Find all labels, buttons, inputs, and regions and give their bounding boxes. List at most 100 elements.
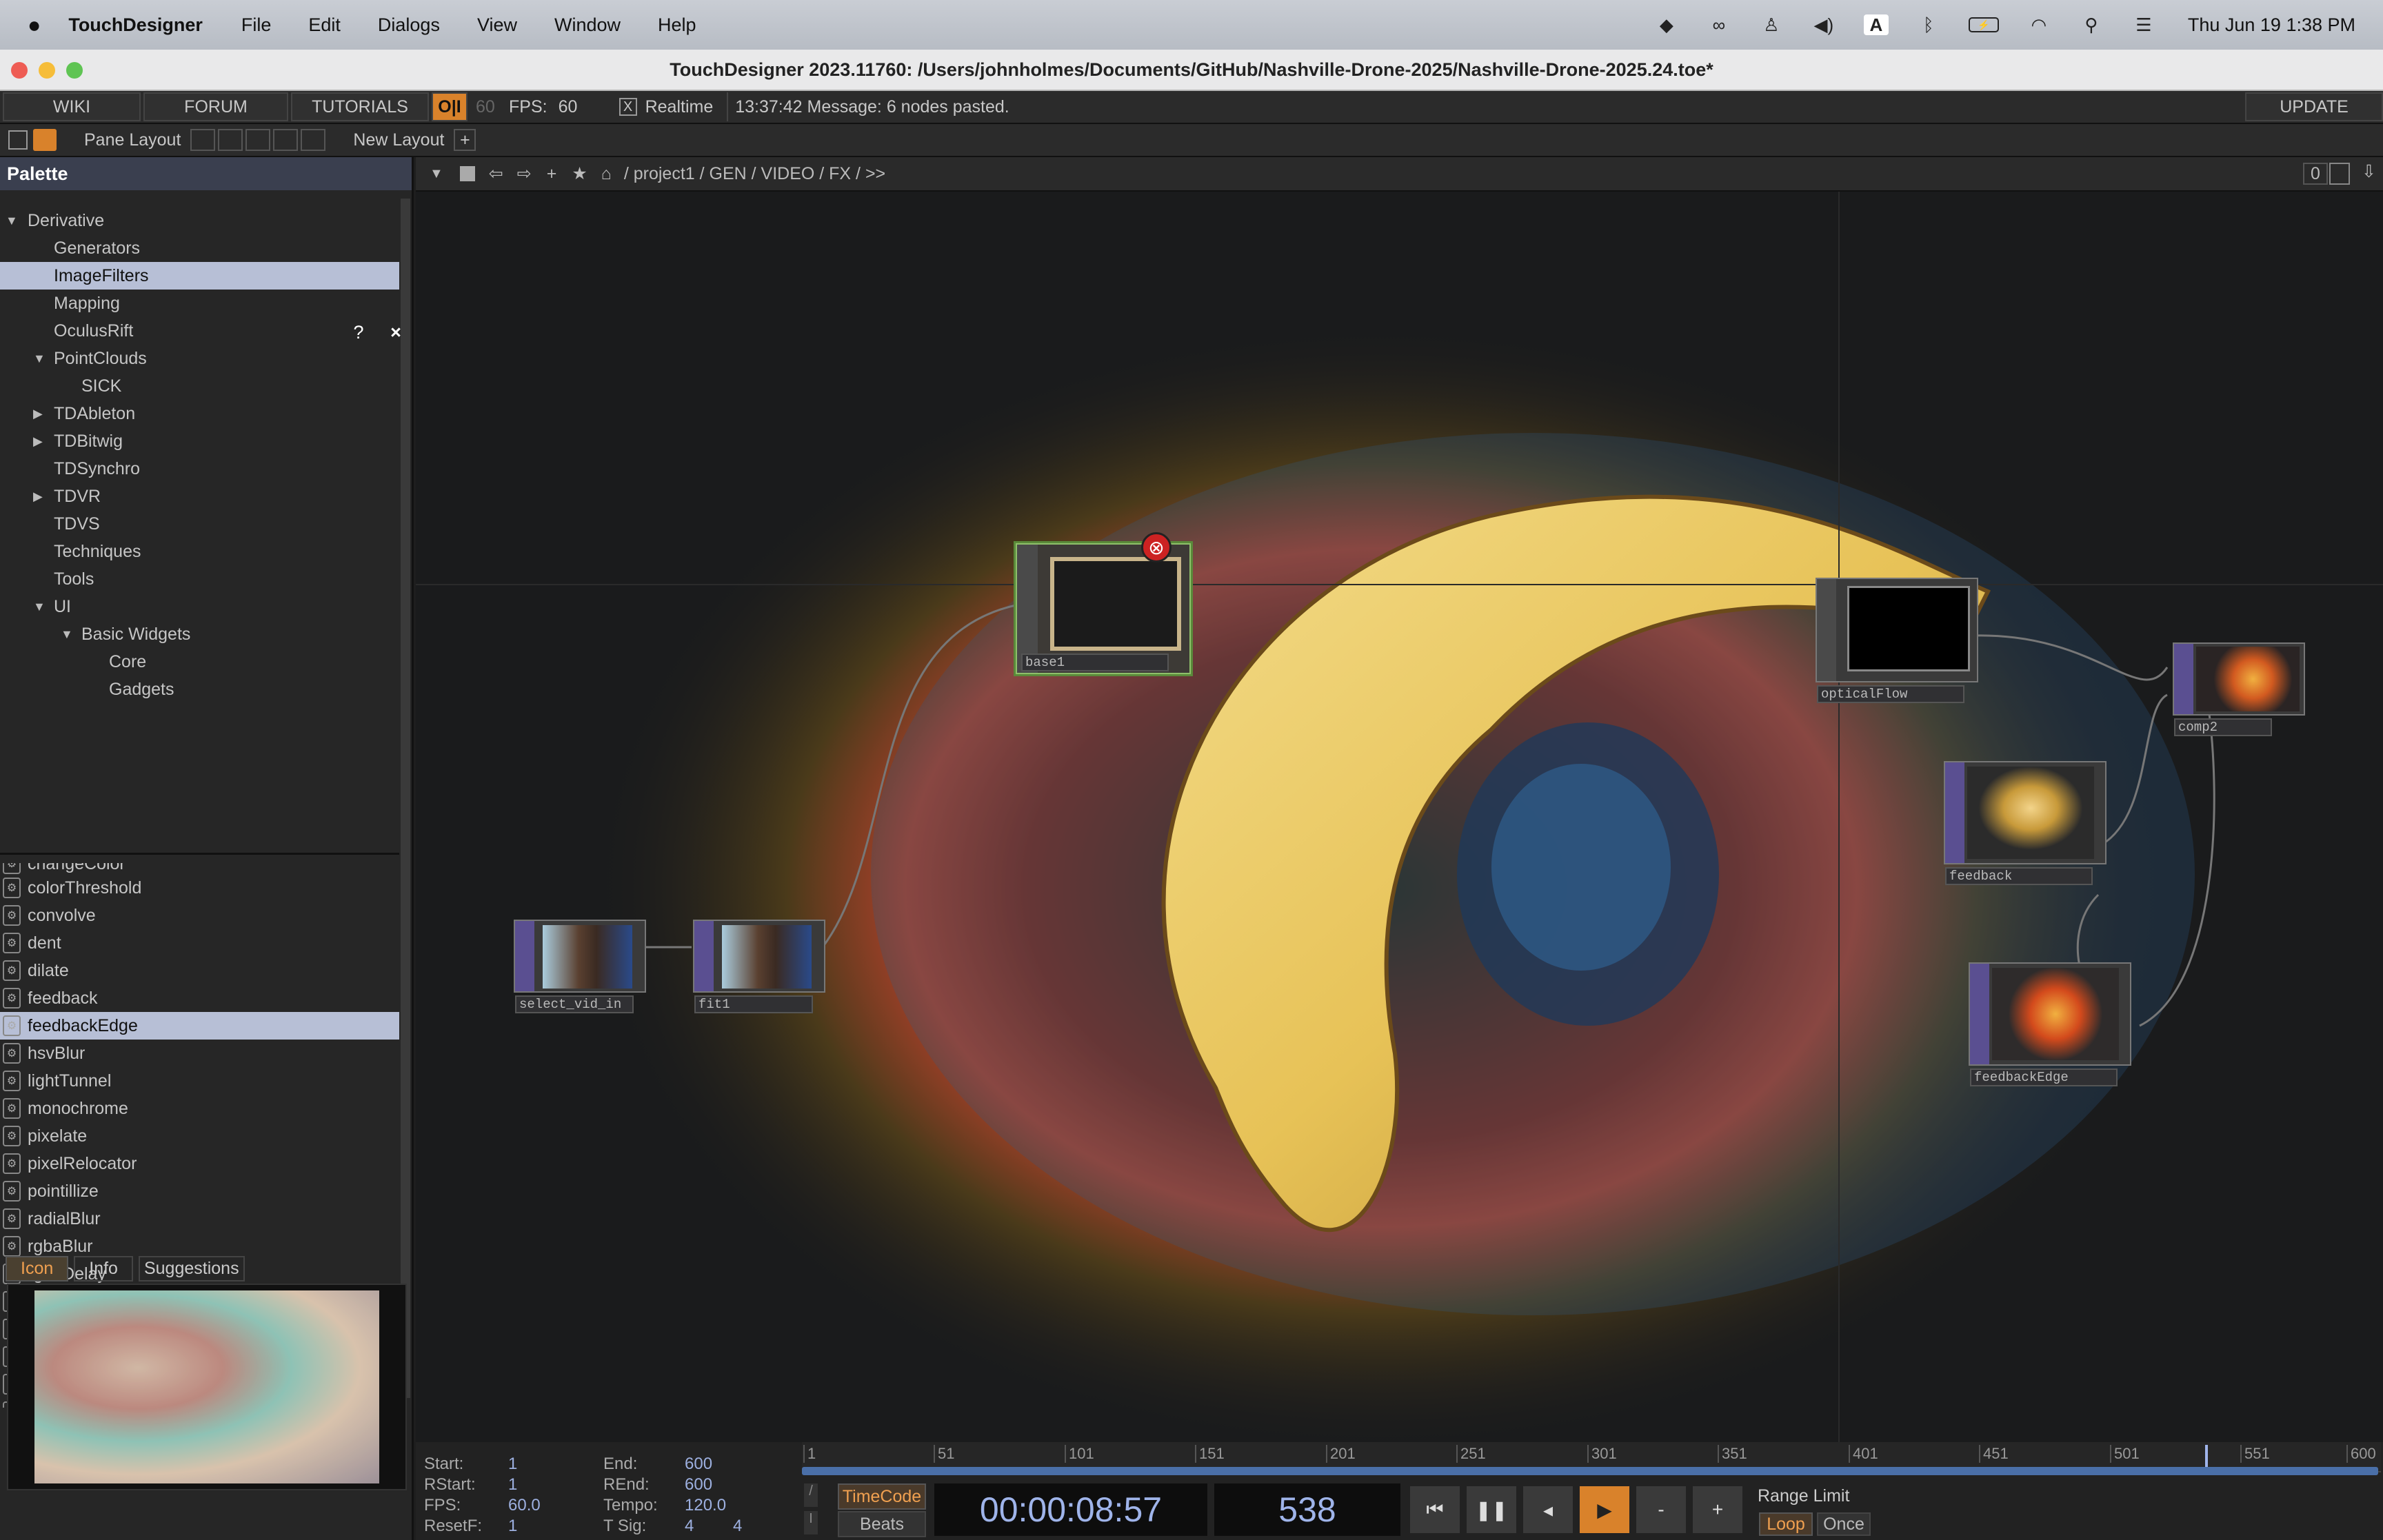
palette-folder-tdableton[interactable]: ▶ TDAbleton	[0, 400, 399, 427]
palette-component-pixelate[interactable]: ⚙ pixelate	[0, 1122, 399, 1150]
rstart-value[interactable]: 1	[508, 1475, 517, 1495]
disclosure-open-icon[interactable]: ▼	[33, 352, 46, 366]
palette-component-hsvblur[interactable]: ⚙ hsvBlur	[0, 1040, 399, 1067]
pane-toggle-icon[interactable]	[8, 130, 28, 150]
fps-value[interactable]: 60.0	[508, 1496, 541, 1515]
timeline-range-slider[interactable]	[802, 1467, 2378, 1475]
palette-folder-generators[interactable]: Generators	[0, 234, 399, 262]
palette-folder-derivative[interactable]: ▼ Derivative	[0, 207, 399, 234]
app-menu[interactable]: TouchDesigner	[68, 14, 203, 36]
node-label-feedback[interactable]: feedback	[1945, 867, 2093, 885]
layout-quad-icon[interactable]	[273, 129, 299, 151]
node-feedback[interactable]: feedback	[1944, 761, 2107, 885]
node-fit1[interactable]: fit1	[693, 920, 825, 1013]
tempo-value[interactable]: 120.0	[685, 1496, 726, 1515]
palette-folder-tools[interactable]: Tools	[0, 565, 399, 593]
spotlight-search-icon[interactable]: ⚲	[2079, 14, 2104, 35]
node-select-vid-in[interactable]: select_vid_in	[514, 920, 646, 1013]
wiki-button[interactable]: WIKI	[3, 92, 141, 121]
node-label-opticalflow[interactable]: opticalFlow	[1817, 685, 1964, 703]
timecode-display[interactable]: 00:00:08:57	[934, 1483, 1207, 1536]
tab-info[interactable]: Info	[74, 1256, 133, 1281]
tutorials-button[interactable]: TUTORIALS	[291, 92, 429, 121]
disclosure-closed-icon[interactable]: ▶	[33, 407, 43, 421]
palette-folder-tdvr[interactable]: ▶ TDVR	[0, 483, 399, 510]
palette-folder-pointclouds[interactable]: ▼ PointClouds	[0, 345, 399, 372]
layout-triple-icon[interactable]	[301, 129, 326, 151]
tc-toggle-a[interactable]: /	[804, 1483, 818, 1507]
disclosure-closed-icon[interactable]: ▶	[33, 434, 43, 449]
palette-component-radialblur[interactable]: ⚙ radialBlur	[0, 1205, 399, 1233]
menu-file[interactable]: File	[241, 14, 272, 36]
step-plus-button[interactable]: +	[1691, 1485, 1744, 1534]
volume-icon[interactable]: ◀)	[1811, 14, 1836, 35]
node-flags[interactable]	[515, 921, 534, 991]
forum-button[interactable]: FORUM	[143, 92, 288, 121]
node-flags[interactable]	[1817, 579, 1836, 681]
layout-split-horizontal-icon[interactable]	[245, 129, 271, 151]
node-comp2[interactable]: comp2	[2173, 642, 2305, 736]
node-base1[interactable]: ⊗ base1	[1016, 532, 1191, 674]
node-label-comp2[interactable]: comp2	[2174, 718, 2272, 736]
layout-split-vertical-icon[interactable]	[218, 129, 243, 151]
node-flags[interactable]	[694, 921, 714, 991]
node-label-select-vid-in[interactable]: select_vid_in	[515, 995, 634, 1013]
tsig-denominator[interactable]: 4	[733, 1517, 742, 1536]
zoom-window-icon[interactable]	[66, 62, 83, 79]
node-flags[interactable]	[1970, 964, 1989, 1064]
play-button[interactable]: ▶	[1578, 1485, 1631, 1534]
palette-component-pixelrelocator[interactable]: ⚙ pixelRelocator	[0, 1150, 399, 1177]
menu-dialogs[interactable]: Dialogs	[378, 14, 440, 36]
pause-button[interactable]: ❚❚	[1465, 1485, 1518, 1534]
disclosure-closed-icon[interactable]: ▶	[33, 489, 43, 504]
node-flags[interactable]	[1945, 762, 1964, 863]
palette-component-colorthreshold[interactable]: ⚙ colorThreshold	[0, 874, 399, 902]
update-button[interactable]: UPDATE	[2245, 92, 2383, 121]
node-opticalflow[interactable]: opticalFlow	[1816, 578, 1978, 703]
wifi-icon[interactable]: ◠	[2027, 14, 2051, 35]
network-editor[interactable]: ▼ ⇦ ⇨ + ★ ⌂ / project1 / GEN / VIDEO / F…	[416, 157, 2383, 1442]
beats-tab[interactable]: Beats	[838, 1511, 926, 1537]
once-button[interactable]: Once	[1817, 1512, 1871, 1536]
node-label-feedbackedge[interactable]: feedbackEdge	[1970, 1068, 2118, 1086]
frame-display[interactable]: 538	[1214, 1483, 1400, 1536]
palette-folder-basic-widgets[interactable]: ▼ Basic Widgets	[0, 620, 399, 648]
touchdesigner-logo-icon[interactable]	[33, 129, 57, 151]
palette-folder-core[interactable]: Core	[0, 648, 399, 676]
palette-component-pointillize[interactable]: ⚙ pointillize	[0, 1177, 399, 1205]
close-window-icon[interactable]	[11, 62, 28, 79]
error-badge-icon[interactable]: ⊗	[1141, 532, 1172, 563]
menu-window[interactable]: Window	[554, 14, 621, 36]
step-minus-button[interactable]: -	[1635, 1485, 1687, 1534]
palette-component-changecolor[interactable]: ⚙ changeColor	[0, 863, 399, 874]
apple-menu-icon[interactable]: ●	[28, 12, 41, 38]
palette-folder-sick[interactable]: SICK	[0, 372, 399, 400]
tsig-numerator[interactable]: 4	[685, 1517, 694, 1536]
palette-folder-mapping[interactable]: Mapping	[0, 290, 399, 317]
menu-view[interactable]: View	[477, 14, 517, 36]
creative-cloud-icon[interactable]: ∞	[1707, 14, 1731, 35]
palette-component-dent[interactable]: ⚙ dent	[0, 929, 399, 957]
palette-component-feedback[interactable]: ⚙ feedback	[0, 984, 399, 1012]
palette-folder-tdvs[interactable]: TDVS	[0, 510, 399, 538]
node-feedbackedge[interactable]: feedbackEdge	[1969, 962, 2131, 1086]
disclosure-open-icon[interactable]: ▼	[61, 627, 73, 642]
rewind-to-start-button[interactable]: ⏮	[1409, 1485, 1461, 1534]
disclosure-open-icon[interactable]: ▼	[6, 214, 18, 228]
bluetooth-icon[interactable]: ᛒ	[1916, 14, 1941, 35]
resetf-value[interactable]: 1	[508, 1517, 517, 1536]
palette-folder-gadgets[interactable]: Gadgets	[0, 676, 399, 703]
end-value[interactable]: 600	[685, 1455, 712, 1474]
palette-folder-techniques[interactable]: Techniques	[0, 538, 399, 565]
node-label-base1[interactable]: base1	[1021, 654, 1169, 671]
realtime-checkbox[interactable]: X	[619, 98, 637, 116]
disclosure-open-icon[interactable]: ▼	[33, 600, 46, 614]
palette-folder-tdsynchro[interactable]: TDSynchro	[0, 455, 399, 483]
step-back-button[interactable]: ◂	[1522, 1485, 1574, 1534]
tc-toggle-b[interactable]: I	[804, 1511, 818, 1534]
clock[interactable]: Thu Jun 19 1:38 PM	[2188, 14, 2355, 36]
timecode-tab[interactable]: TimeCode	[838, 1483, 926, 1510]
tab-suggestions[interactable]: Suggestions	[138, 1256, 245, 1281]
battery-icon[interactable]: ⚡	[1968, 17, 1999, 32]
palette-component-convolve[interactable]: ⚙ convolve	[0, 902, 399, 929]
